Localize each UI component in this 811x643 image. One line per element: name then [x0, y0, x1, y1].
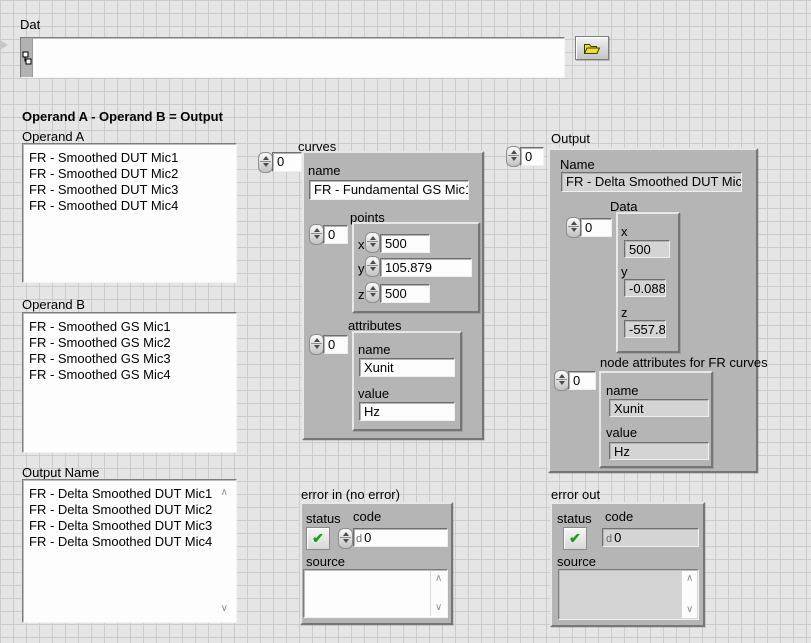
error-in-source-label: source	[306, 554, 345, 569]
output-index-spinner[interactable]	[506, 146, 521, 167]
error-out-code-field: d0	[602, 528, 699, 547]
data-y-field: -0.08823	[624, 279, 666, 297]
list-item[interactable]: FR - Smoothed DUT Mic2	[23, 166, 236, 182]
list-item[interactable]: FR - Smoothed DUT Mic4	[23, 198, 236, 214]
file-path-input[interactable]	[20, 37, 565, 78]
error-in-code-spinner[interactable]	[338, 528, 353, 549]
list-item[interactable]: FR - Delta Smoothed DUT Mic2	[23, 502, 236, 518]
error-out-source-label: source	[557, 554, 596, 569]
data-x-label: x	[621, 224, 628, 239]
attribute-name-field[interactable]: Xunit	[359, 358, 455, 377]
error-in-status-check-icon[interactable]: ✔	[306, 527, 330, 550]
error-out-source-field: ∧ ∨	[558, 569, 699, 620]
list-item[interactable]: FR - Smoothed GS Mic4	[23, 367, 236, 383]
error-out-label: error out	[551, 487, 600, 502]
curve-name-field[interactable]: FR - Fundamental GS Mic1	[309, 180, 469, 200]
node-attributes-label: node attributes for FR curves	[600, 355, 768, 370]
labview-front-panel: Dat Operand A - Operand B = Output Opera…	[0, 0, 811, 643]
list-item[interactable]: FR - Smoothed DUT Mic1	[23, 150, 236, 166]
list-item[interactable]: FR - Delta Smoothed DUT Mic1	[23, 486, 236, 502]
curves-index-spinner[interactable]	[258, 152, 273, 173]
scroll-up-icon[interactable]: ∧	[221, 488, 228, 498]
error-in-code-field[interactable]: d0	[353, 528, 448, 547]
attributes-index-field[interactable]: 0	[323, 335, 348, 354]
error-out-status-check-icon: ✔	[563, 527, 587, 550]
point-x-field[interactable]: 500	[380, 234, 430, 253]
path-control-label: Dat	[20, 17, 40, 32]
operand-b-label: Operand B	[22, 297, 85, 312]
list-item[interactable]: FR - Delta Smoothed DUT Mic4	[23, 534, 236, 550]
node-attribute-value-label: value	[606, 425, 637, 440]
path-symbol-icon	[22, 51, 32, 65]
data-z-label: z	[621, 305, 628, 320]
point-y-field[interactable]: 105.879	[380, 258, 472, 277]
scroll-down-icon[interactable]: ∨	[686, 605, 693, 615]
error-in-source-scrollbar[interactable]: ∧ ∨	[430, 571, 446, 616]
point-z-field[interactable]: 500	[380, 284, 430, 303]
output-name-field-label: Name	[560, 157, 595, 172]
scroll-down-icon[interactable]: ∨	[221, 604, 228, 614]
attributes-index-spinner[interactable]	[309, 334, 324, 355]
scroll-up-icon[interactable]: ∧	[686, 574, 693, 584]
error-out-status-label: status	[557, 511, 592, 526]
node-attributes-index-field[interactable]: 0	[568, 371, 596, 390]
radix-indicator: d	[356, 533, 362, 545]
error-in-code-value: 0	[364, 530, 371, 545]
scroll-down-icon[interactable]: ∨	[435, 603, 442, 613]
data-index-field[interactable]: 0	[580, 218, 612, 237]
list-item[interactable]: FR - Smoothed GS Mic1	[23, 319, 236, 335]
node-attribute-value-field: Hz	[609, 442, 709, 460]
node-attribute-name-label: name	[606, 383, 639, 398]
curves-index-field[interactable]: 0	[272, 152, 302, 172]
node-attribute-name-field: Xunit	[609, 399, 709, 417]
radix-indicator: d	[606, 533, 612, 545]
curve-name-label: name	[308, 163, 341, 178]
output-index-field[interactable]: 0	[520, 147, 544, 166]
points-index-spinner[interactable]	[309, 224, 324, 245]
scroll-up-icon[interactable]: ∧	[435, 574, 442, 584]
list-item[interactable]: FR - Delta Smoothed DUT Mic3	[23, 518, 236, 534]
list-item[interactable]: FR - Smoothed GS Mic3	[23, 351, 236, 367]
panel-edge-arrow-icon	[0, 40, 8, 50]
attribute-value-field[interactable]: Hz	[359, 402, 455, 421]
error-in-source-field[interactable]: ∧ ∨	[303, 569, 448, 618]
operand-a-listbox[interactable]: FR - Smoothed DUT Mic1 FR - Smoothed DUT…	[22, 143, 237, 283]
data-z-field: -557.857	[624, 320, 666, 338]
error-out-code-label: code	[605, 509, 633, 524]
output-label: Output	[551, 131, 590, 146]
data-x-field: 500	[624, 240, 670, 258]
attribute-value-label: value	[358, 386, 389, 401]
point-x-label: x	[358, 237, 365, 252]
error-in-status-label: status	[306, 511, 341, 526]
point-y-label: y	[358, 261, 365, 276]
point-z-spinner[interactable]	[365, 282, 380, 303]
points-index-field[interactable]: 0	[323, 225, 348, 244]
error-out-source-scrollbar[interactable]: ∧ ∨	[681, 571, 697, 618]
node-attributes-index-spinner[interactable]	[554, 370, 569, 391]
attribute-name-label: name	[358, 342, 391, 357]
error-out-code-value: 0	[614, 530, 621, 545]
browse-button[interactable]	[575, 36, 609, 60]
error-in-code-label: code	[353, 509, 381, 524]
section-title: Operand A - Operand B = Output	[22, 109, 223, 124]
output-name-label: Output Name	[22, 465, 99, 480]
error-in-label: error in (no error)	[301, 487, 400, 502]
operand-b-listbox[interactable]: FR - Smoothed GS Mic1 FR - Smoothed GS M…	[22, 312, 237, 453]
point-y-spinner[interactable]	[365, 256, 380, 277]
folder-open-icon	[583, 42, 601, 55]
output-name-listbox[interactable]: FR - Delta Smoothed DUT Mic1 FR - Delta …	[22, 479, 237, 623]
list-item[interactable]: FR - Smoothed GS Mic2	[23, 335, 236, 351]
data-index-spinner[interactable]	[566, 217, 581, 238]
point-x-spinner[interactable]	[365, 232, 380, 253]
data-y-label: y	[621, 264, 628, 279]
point-z-label: z	[358, 287, 365, 302]
operand-a-label: Operand A	[22, 129, 84, 144]
list-item[interactable]: FR - Smoothed DUT Mic3	[23, 182, 236, 198]
output-name-field: FR - Delta Smoothed DUT Mic1	[561, 172, 742, 192]
path-type-strip	[21, 38, 33, 77]
